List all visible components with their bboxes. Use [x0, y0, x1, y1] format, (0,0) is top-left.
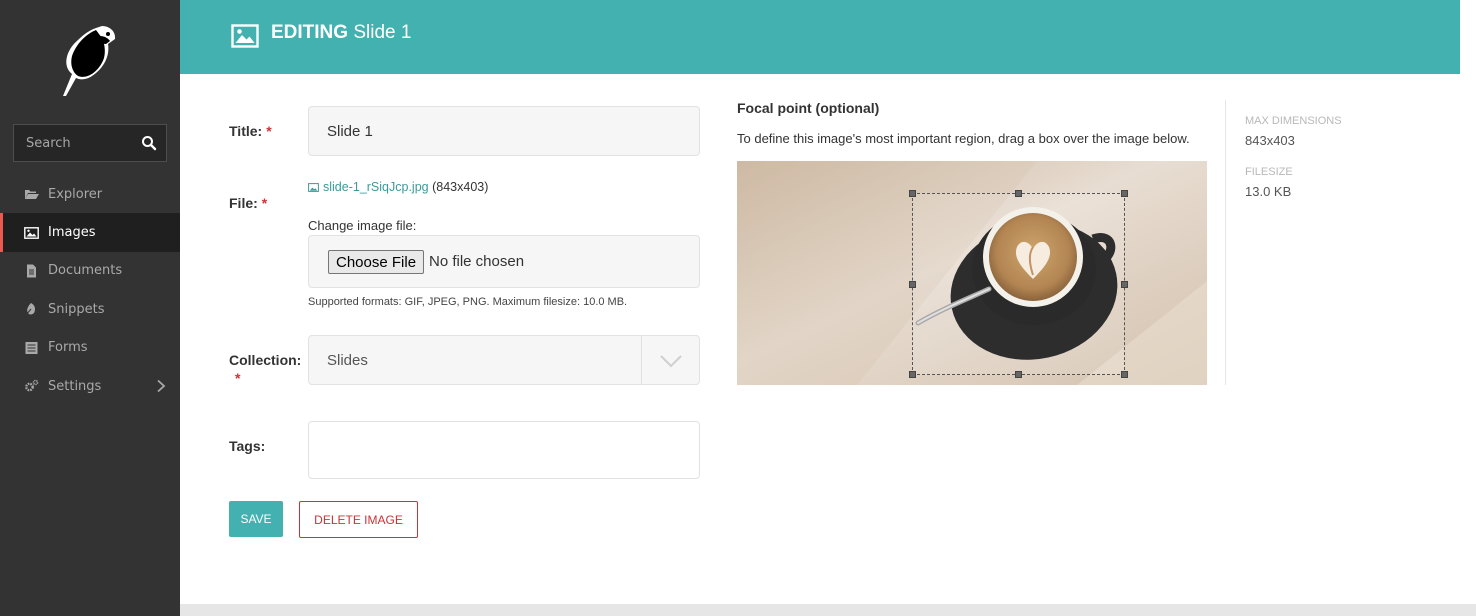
delete-image-button[interactable]: DELETE IMAGE — [299, 501, 418, 538]
max-dimensions-label: MAX DIMENSIONS — [1245, 115, 1342, 127]
focal-point-help: To define this image's most important re… — [737, 131, 1190, 146]
sidebar-item-label: Documents — [48, 263, 123, 279]
sidebar-nav: Explorer Images Documents Snippets Forms… — [0, 175, 180, 405]
focal-point-selection[interactable] — [909, 190, 1128, 378]
page-header: EDITING Slide 1 — [180, 0, 1460, 74]
scroll-gutter — [1460, 0, 1476, 616]
resize-handle-nw[interactable] — [909, 190, 916, 197]
title-input[interactable] — [308, 106, 700, 156]
chevron-right-icon — [157, 379, 166, 393]
resize-handle-ne[interactable] — [1121, 190, 1128, 197]
choose-file-button[interactable]: Choose File — [328, 250, 425, 274]
document-icon — [27, 264, 36, 278]
filesize-label: FILESIZE — [1245, 166, 1293, 178]
filesize-value: 13.0 KB — [1245, 184, 1292, 199]
no-file-text: No file chosen — [429, 253, 525, 270]
resize-handle-s[interactable] — [1015, 371, 1022, 378]
select-divider — [641, 336, 642, 384]
footer-strip — [180, 604, 1476, 616]
file-dimensions: (843x403) — [432, 180, 489, 194]
image-icon — [231, 24, 259, 48]
sidebar-item-settings[interactable]: Settings — [0, 367, 180, 405]
resize-handle-n[interactable] — [1015, 190, 1022, 197]
image-icon — [24, 226, 39, 239]
collection-label: Collection: — [229, 352, 301, 368]
chevron-down-icon[interactable] — [659, 354, 683, 368]
cogs-icon — [25, 379, 39, 392]
page-title-name: Slide 1 — [353, 22, 412, 43]
snippet-icon — [25, 303, 35, 316]
page-title: EDITING Slide 1 — [271, 22, 411, 44]
tags-input[interactable] — [308, 421, 700, 479]
resize-handle-e[interactable] — [1121, 281, 1128, 288]
focal-point-image[interactable] — [737, 161, 1207, 385]
required-mark: * — [261, 195, 268, 211]
sidebar-item-label: Settings — [48, 378, 102, 394]
resize-handle-sw[interactable] — [909, 371, 916, 378]
sidebar-item-label: Images — [48, 225, 96, 241]
required-mark: * — [235, 370, 241, 386]
folder-open-icon — [25, 190, 39, 200]
file-name[interactable]: slide-1_rSiqJcp.jpg — [323, 180, 429, 194]
file-label: File: * — [229, 195, 267, 211]
file-upload-field: Choose File No file chosen — [308, 235, 700, 288]
current-file-link[interactable]: slide-1_rSiqJcp.jpg (843x403) — [308, 180, 488, 194]
collection-label-text: Collection: — [229, 352, 302, 368]
image-icon — [308, 183, 319, 192]
form-icon — [25, 341, 38, 354]
page-title-action: EDITING — [271, 22, 349, 43]
sidebar-item-images[interactable]: Images — [0, 213, 180, 253]
tags-label-text: Tags: — [229, 438, 266, 454]
title-label-text: Title: — [229, 123, 263, 139]
meta-divider — [1225, 100, 1226, 385]
file-help-text: Supported formats: GIF, JPEG, PNG. Maxim… — [308, 296, 628, 308]
sidebar-item-label: Forms — [48, 340, 88, 356]
bird-logo-icon[interactable] — [58, 22, 120, 100]
search-box — [13, 124, 167, 162]
search-input[interactable] — [14, 125, 134, 161]
change-file-label: Change image file: — [308, 218, 417, 233]
resize-handle-se[interactable] — [1121, 371, 1128, 378]
sidebar-item-forms[interactable]: Forms — [0, 329, 180, 367]
title-label: Title: * — [229, 123, 272, 139]
collection-select[interactable]: Slides — [308, 335, 700, 385]
resize-handle-w[interactable] — [909, 281, 916, 288]
tags-label: Tags: — [229, 438, 265, 454]
focal-point-title: Focal point (optional) — [737, 100, 880, 116]
required-mark: * — [266, 123, 272, 139]
sidebar-item-documents[interactable]: Documents — [0, 252, 180, 290]
search-icon[interactable] — [140, 134, 158, 152]
collection-required-mark: * — [231, 370, 240, 386]
save-button[interactable]: SAVE — [229, 501, 283, 537]
sidebar: Explorer Images Documents Snippets Forms… — [0, 0, 180, 616]
sidebar-item-label: Explorer — [48, 186, 103, 202]
sidebar-item-snippets[interactable]: Snippets — [0, 290, 180, 328]
file-label-text: File: — [229, 195, 258, 211]
sidebar-item-explorer[interactable]: Explorer — [0, 175, 180, 213]
max-dimensions-value: 843x403 — [1245, 133, 1295, 148]
collection-selected-value: Slides — [327, 352, 368, 369]
sidebar-item-label: Snippets — [48, 301, 105, 317]
